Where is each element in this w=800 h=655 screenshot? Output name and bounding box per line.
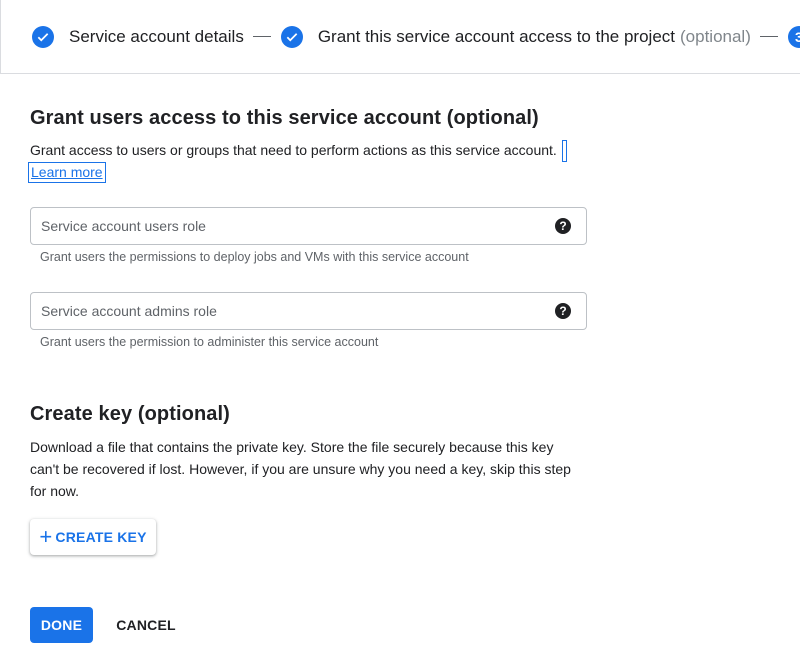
check-icon	[32, 25, 54, 48]
step-optional-label: (optional)	[680, 26, 751, 46]
users-role-placeholder: Service account users role	[41, 218, 206, 234]
plus-icon: +	[39, 524, 53, 549]
step-divider	[252, 36, 271, 37]
step-grant-project-access[interactable]: Grant this service account access to the…	[280, 25, 751, 48]
create-key-description-line-3: for now.	[30, 483, 80, 499]
create-key-title: Create key (optional)	[30, 403, 230, 425]
stepper: Service account details Grant this servi…	[0, 0, 800, 74]
users-role-input[interactable]: Service account users role ?	[30, 207, 587, 245]
learn-more-link[interactable]: Learn more	[28, 162, 106, 183]
focus-indicator	[562, 140, 567, 162]
create-key-description-line-1: Download a file that contains the privat…	[30, 439, 554, 455]
admins-role-hint: Grant users the permission to administer…	[40, 335, 379, 349]
create-key-button-label: CREATE KEY	[55, 529, 147, 545]
step-label: Service account details	[69, 26, 244, 46]
admins-role-input[interactable]: Service account admins role ?	[30, 292, 587, 330]
step-label: Grant this service account access to the…	[317, 26, 675, 46]
step-number-badge: 3	[787, 25, 800, 48]
step-divider	[759, 36, 778, 37]
cancel-button[interactable]: CANCEL	[108, 607, 184, 643]
step-grant-users-access[interactable]: 3	[787, 25, 800, 48]
create-key-description-line-2: can't be recovered if lost. However, if …	[30, 461, 571, 477]
grant-users-title: Grant users access to this service accou…	[30, 107, 539, 129]
grant-users-description: Grant access to users or groups that nee…	[30, 142, 557, 158]
help-icon[interactable]: ?	[555, 218, 571, 234]
done-button[interactable]: DONE	[30, 607, 93, 643]
create-key-button[interactable]: + CREATE KEY	[30, 519, 156, 555]
admins-role-placeholder: Service account admins role	[41, 303, 217, 319]
help-icon[interactable]: ?	[555, 303, 571, 319]
users-role-hint: Grant users the permissions to deploy jo…	[40, 250, 469, 264]
check-icon	[280, 25, 303, 48]
step-service-account-details[interactable]: Service account details	[32, 25, 244, 48]
